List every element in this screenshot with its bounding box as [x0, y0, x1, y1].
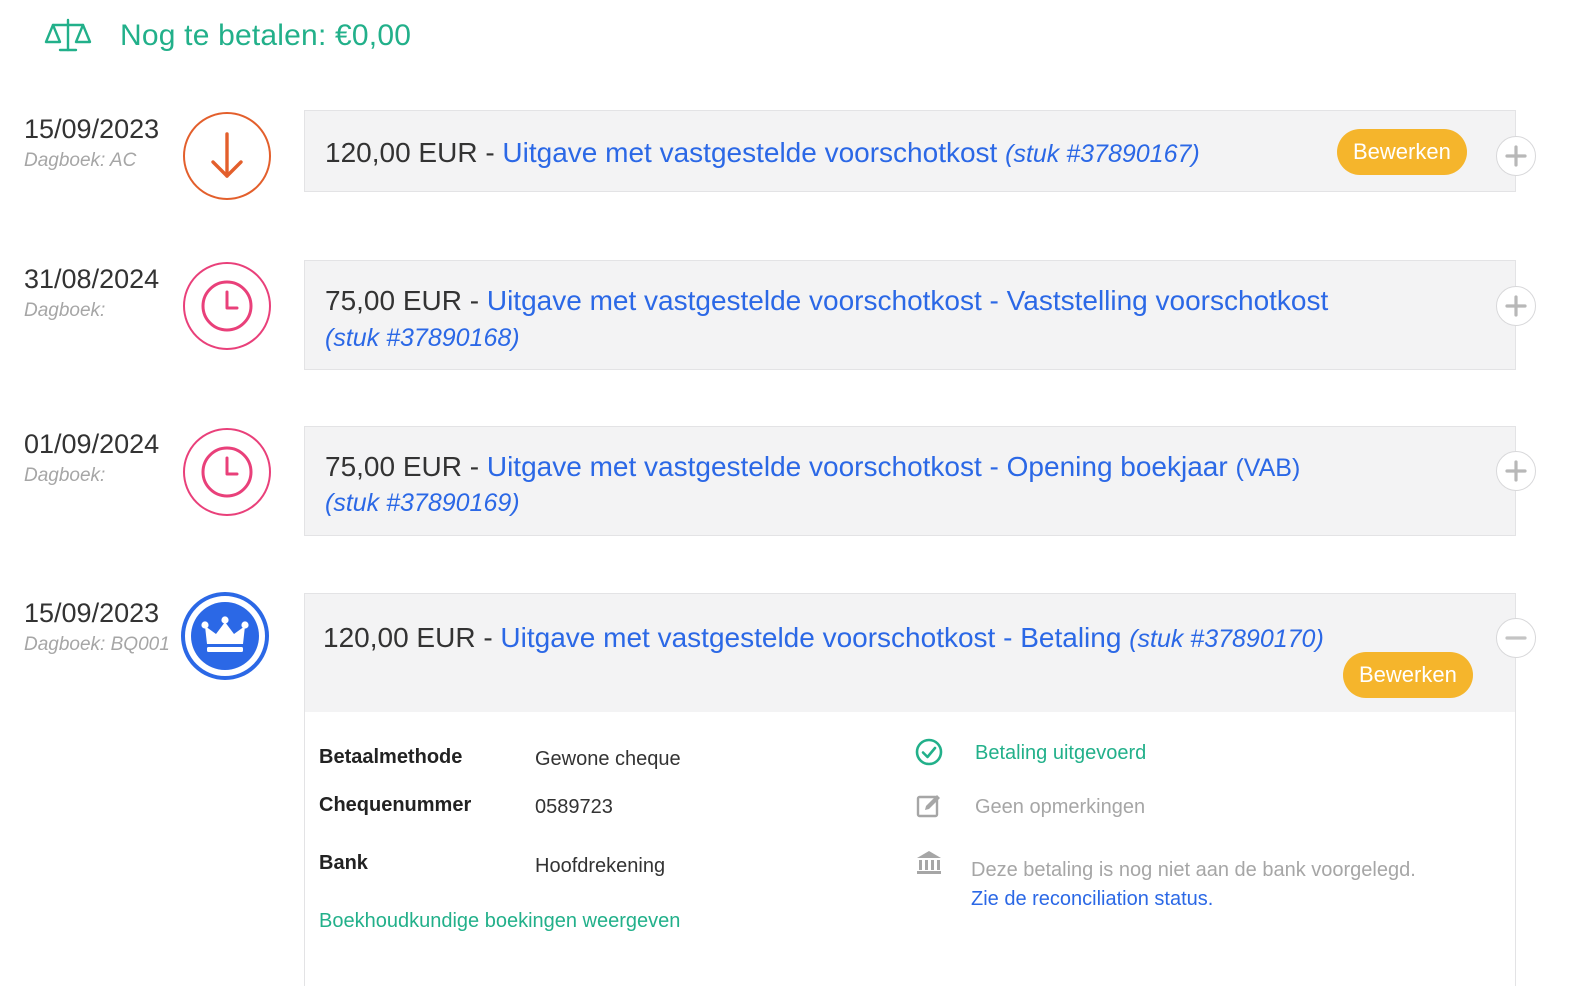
bank-label: Bank [319, 852, 368, 874]
payment-method-value: Gewone cheque [535, 748, 681, 770]
entry-amount: 120,00 EUR - [323, 622, 493, 653]
entry-reference[interactable]: (stuk #37890167) [1005, 140, 1200, 168]
collapse-toggle-button[interactable] [1496, 618, 1536, 658]
entry-amount: 120,00 EUR - [325, 137, 495, 168]
payment-timeline-page: Nog te betalen: €0,00 15/09/2023 Dagboek… [0, 0, 1595, 986]
entry-reference[interactable]: (stuk #37890170) [1129, 625, 1324, 653]
entry-date: 31/08/2024 [24, 264, 160, 294]
payment-method-label: Betaalmethode [319, 746, 463, 768]
entry-reference[interactable]: (stuk #37890169) [325, 486, 520, 520]
entry-description-link[interactable]: Uitgave met vastgestelde voorschotkost [502, 137, 997, 168]
reconciliation-status-link[interactable]: Zie de reconciliation status. [971, 885, 1213, 914]
entry-date: 01/09/2024 [24, 429, 160, 459]
remaining-balance: Nog te betalen: €0,00 [120, 19, 412, 52]
entry-card: 120,00 EUR - Uitgave met vastgestelde vo… [304, 110, 1516, 192]
entry-title: 120,00 EUR - Uitgave met vastgestelde vo… [325, 135, 1200, 172]
entry-journal-code: (VAB) [1235, 454, 1301, 482]
entry-date: 15/09/2023 [24, 114, 160, 144]
entry-date: 15/09/2023 [24, 598, 160, 628]
plus-icon [1505, 145, 1527, 167]
entry-title: 75,00 EUR - Uitgave met vastgestelde voo… [325, 283, 1328, 319]
entry-description-link[interactable]: Uitgave met vastgestelde voorschotkost -… [487, 451, 1228, 482]
entry-description-link[interactable]: Uitgave met vastgestelde voorschotkost -… [487, 285, 1328, 316]
minus-icon [1505, 636, 1527, 640]
bank-submission-note: Deze betaling is nog niet aan de bank vo… [971, 859, 1416, 881]
expense-status-circle [183, 112, 271, 200]
show-accounting-entries-link[interactable]: Boekhoudkundige boekingen weergeven [319, 910, 680, 933]
cheque-number-value: 0589723 [535, 796, 613, 818]
bank-icon [917, 851, 941, 874]
crown-icon [191, 602, 259, 670]
entry-journal: Dagboek: [24, 465, 106, 486]
payment-details-panel: Betaalmethode Gewone cheque Chequenummer… [304, 712, 1516, 986]
entry-description-link[interactable]: Uitgave met vastgestelde voorschotkost -… [500, 622, 1121, 653]
pending-status-circle [183, 262, 271, 350]
entry-reference[interactable]: (stuk #37890168) [325, 321, 520, 355]
clock-icon [201, 446, 253, 498]
edit-note-icon [916, 795, 940, 818]
bank-value: Hoofdrekening [535, 855, 666, 877]
check-circle-icon [915, 738, 943, 766]
balance-summary: Nog te betalen: €0,00 [44, 16, 411, 56]
cheque-number-label: Chequenummer [319, 794, 472, 816]
entry-journal: Dagboek: BQ001 [24, 634, 170, 655]
entry-title: 120,00 EUR - Uitgave met vastgestelde vo… [323, 620, 1324, 657]
entry-card: 75,00 EUR - Uitgave met vastgestelde voo… [304, 260, 1516, 370]
remarks-text: Geen opmerkingen [975, 796, 1146, 818]
balance-scale-icon [44, 18, 92, 52]
entry-journal: Dagboek: [24, 300, 106, 321]
edit-button[interactable]: Bewerken [1343, 652, 1473, 698]
plus-icon [1505, 295, 1527, 317]
entry-amount: 75,00 EUR - [325, 285, 480, 316]
payment-status-text: Betaling uitgevoerd [975, 742, 1147, 764]
clock-icon [201, 280, 253, 332]
entry-card: 120,00 EUR - Uitgave met vastgestelde vo… [304, 593, 1516, 713]
expand-toggle-button[interactable] [1496, 136, 1536, 176]
payment-status-circle [181, 592, 269, 680]
entry-card: 75,00 EUR - Uitgave met vastgestelde voo… [304, 426, 1516, 536]
entry-amount: 75,00 EUR - [325, 451, 480, 482]
edit-button[interactable]: Bewerken [1337, 129, 1467, 175]
pending-status-circle [183, 428, 271, 516]
entry-title: 75,00 EUR - Uitgave met vastgestelde voo… [325, 449, 1300, 486]
expand-toggle-button[interactable] [1496, 286, 1536, 326]
expand-toggle-button[interactable] [1496, 451, 1536, 491]
entry-journal: Dagboek: AC [24, 150, 137, 171]
arrow-down-icon [211, 132, 243, 178]
plus-icon [1505, 460, 1527, 482]
